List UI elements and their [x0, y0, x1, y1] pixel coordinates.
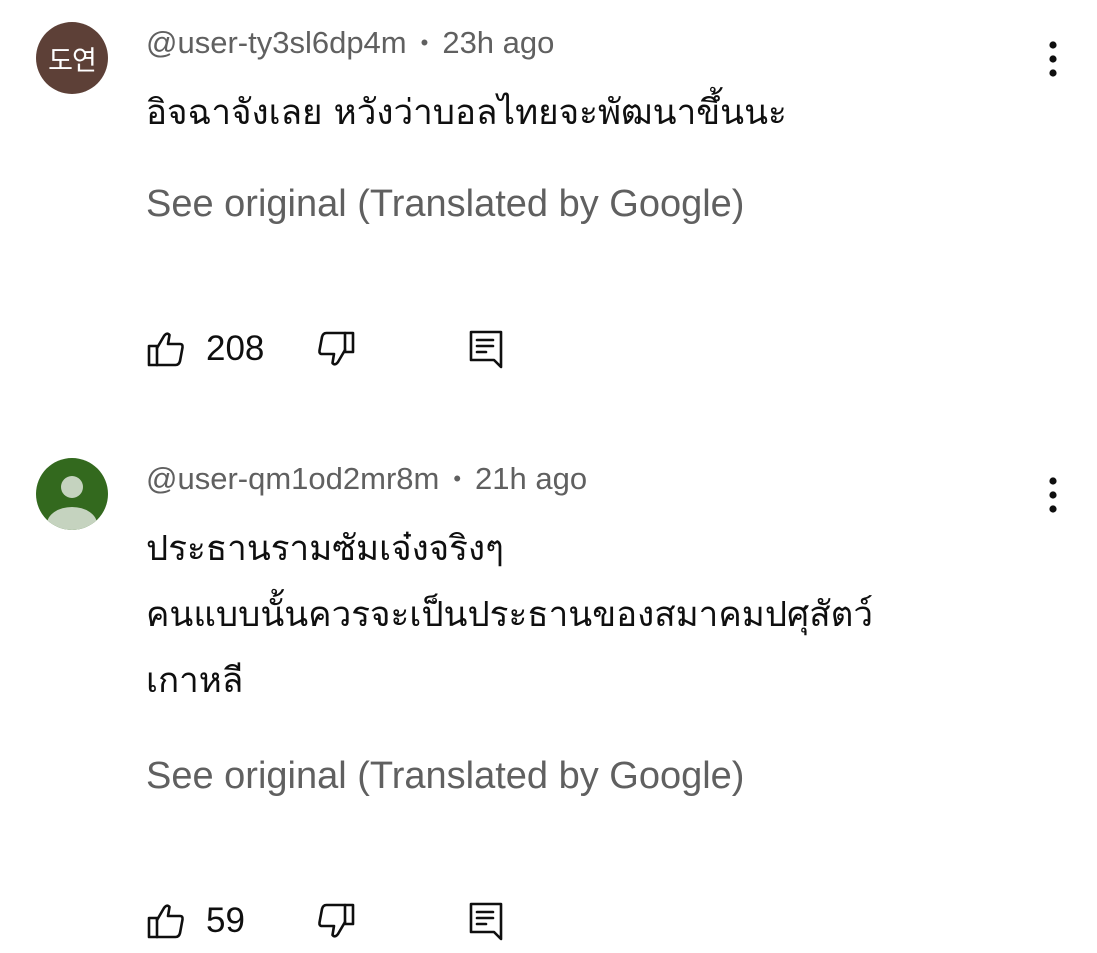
author-name[interactable]: @user-ty3sl6dp4m [146, 25, 407, 61]
comment-header: @user-qm1od2mr8m • 21h ago [146, 458, 587, 500]
user-silhouette-icon [36, 458, 108, 530]
comment-actions: 208 [146, 324, 566, 374]
see-original-link[interactable]: See original (Translated by Google) [146, 752, 744, 800]
dislike-button[interactable] [316, 896, 356, 946]
like-button[interactable]: 208 [146, 324, 264, 374]
avatar-initials: 도연 [48, 45, 97, 77]
like-count: 208 [206, 329, 265, 368]
timestamp: 23h ago [442, 25, 555, 60]
avatar[interactable]: 도연 [36, 22, 108, 94]
comment-text: อิจฉาจังเลย หวังว่าบอลไทยจะพัฒนาขึ้นนะ [146, 93, 787, 133]
comment-actions: 59 [146, 896, 566, 946]
more-options-button[interactable] [1030, 472, 1076, 518]
comment-icon [466, 327, 506, 371]
thumbs-down-icon [316, 901, 356, 941]
thumbs-up-icon [146, 329, 186, 369]
dislike-button[interactable] [316, 324, 356, 374]
comment-header: @user-ty3sl6dp4m • 23h ago [146, 22, 554, 64]
separator-dot: • [453, 466, 462, 491]
reply-button[interactable] [466, 324, 506, 374]
separator-dot: • [420, 30, 429, 55]
comment-thread-item: 도연 @user-ty3sl6dp4m • 23h ago อิจฉาจังเล… [0, 0, 1097, 420]
timestamp: 21h ago [475, 461, 588, 496]
avatar[interactable] [36, 458, 108, 530]
like-button[interactable]: 59 [146, 896, 245, 946]
reply-button[interactable] [466, 896, 506, 946]
thumbs-down-icon [316, 329, 356, 369]
more-options-button[interactable] [1030, 36, 1076, 82]
see-original-link[interactable]: See original (Translated by Google) [146, 180, 744, 228]
comment-text: ประธานรามซัมเจ๋งจริงๆ คนแบบนั้นควรจะเป็น… [146, 529, 874, 701]
thumbs-up-icon [146, 901, 186, 941]
more-vertical-icon [1048, 475, 1058, 515]
comment-thread-item: @user-qm1od2mr8m • 21h ago ประธานรามซัมเ… [0, 436, 1097, 953]
more-vertical-icon [1048, 39, 1058, 79]
comment-icon [466, 899, 506, 943]
author-name[interactable]: @user-qm1od2mr8m [146, 461, 439, 497]
like-count: 59 [206, 901, 245, 940]
